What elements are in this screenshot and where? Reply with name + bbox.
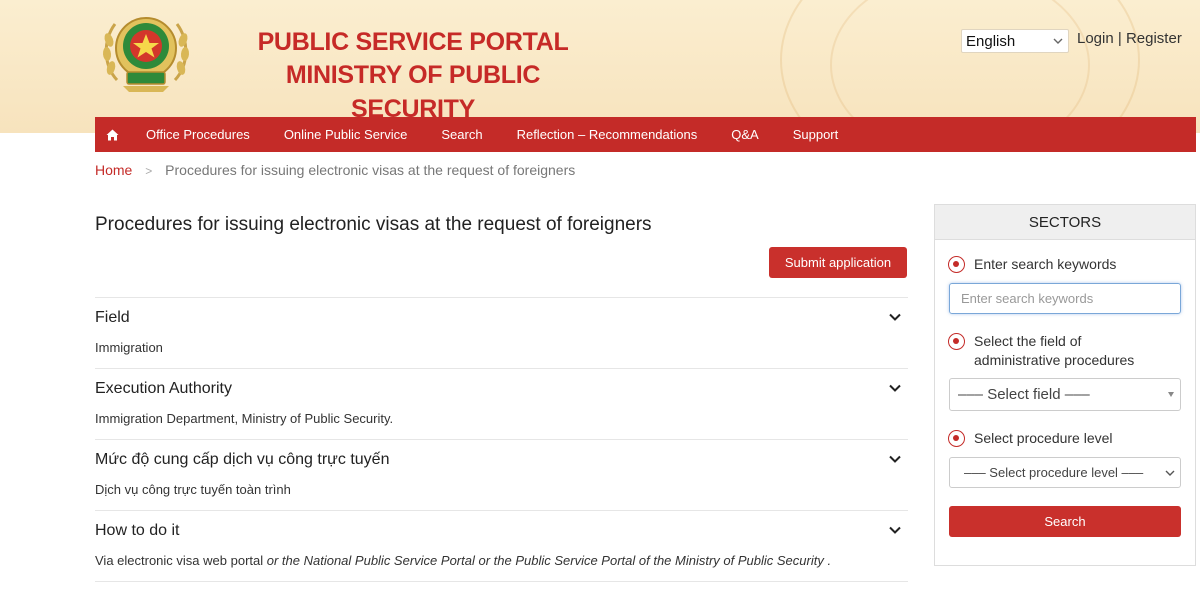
home-icon xyxy=(106,129,118,140)
breadcrumb: Home > Procedures for issuing electronic… xyxy=(95,162,575,178)
body-text: Via electronic visa web portal xyxy=(95,553,267,568)
auth-separator: | xyxy=(1117,30,1122,47)
section-service-level[interactable]: Mức độ cung cấp dịch vụ công trực tuyến … xyxy=(95,439,908,510)
section-heading: How to do it xyxy=(95,522,180,539)
nav-search[interactable]: Search xyxy=(424,117,499,152)
portal-title-line1: PUBLIC SERVICE PORTAL xyxy=(257,28,569,56)
chevron-down-icon xyxy=(1053,38,1063,44)
language-select[interactable]: English xyxy=(961,29,1069,53)
site-header: PUBLIC SERVICE PORTAL MINISTRY OF PUBLIC… xyxy=(0,0,1200,133)
breadcrumb-current: Procedures for issuing electronic visas … xyxy=(165,162,576,178)
portal-title: PUBLIC SERVICE PORTAL MINISTRY OF PUBLIC… xyxy=(223,26,603,126)
section-body: Via electronic visa web portal or the Na… xyxy=(95,553,831,568)
nav-home[interactable] xyxy=(95,117,129,152)
language-value: English xyxy=(966,33,1016,50)
body-link-ministry-portal[interactable]: the Public Service Portal of the Ministr… xyxy=(490,553,831,568)
portal-title-line2: MINISTRY OF PUBLIC SECURITY xyxy=(285,61,541,123)
header-decoration-inner xyxy=(830,0,1090,133)
section-field[interactable]: Field Immigration xyxy=(95,297,908,368)
keyword-option[interactable]: Enter search keywords xyxy=(948,255,1184,274)
level-option[interactable]: Select procedure level xyxy=(948,429,1184,448)
nav-online-public-service[interactable]: Online Public Service xyxy=(267,117,425,152)
ministry-emblem-logo[interactable] xyxy=(97,10,195,94)
level-select-value: ––– Select procedure level ––– xyxy=(964,465,1144,480)
breadcrumb-separator: > xyxy=(145,164,153,178)
procedure-level-select[interactable]: ––– Select procedure level ––– xyxy=(949,457,1181,488)
auth-links: Login | Register xyxy=(1077,30,1182,47)
section-heading: Field xyxy=(95,309,130,326)
chevron-down-icon[interactable] xyxy=(888,381,902,395)
sidebar-title: SECTORS xyxy=(935,205,1195,240)
field-select-value: ––– Select field ––– xyxy=(958,386,1090,403)
field-label: Select the field of administrative proce… xyxy=(974,332,1164,370)
submit-application-button[interactable]: Submit application xyxy=(769,247,907,278)
nav-qa[interactable]: Q&A xyxy=(714,117,775,152)
section-body: Immigration Department, Ministry of Publ… xyxy=(95,411,394,426)
section-heading: Execution Authority xyxy=(95,380,232,397)
body-text-or: or xyxy=(478,553,491,568)
field-label-text: Select the field of administrative proce… xyxy=(974,333,1135,368)
main-nav: Office Procedures Online Public Service … xyxy=(95,117,1196,152)
body-text-or: or xyxy=(266,553,279,568)
radio-selected[interactable] xyxy=(948,333,965,350)
login-link[interactable]: Login xyxy=(1077,30,1114,47)
nav-support[interactable]: Support xyxy=(776,117,856,152)
chevron-down-icon[interactable] xyxy=(888,523,902,537)
radio-selected[interactable] xyxy=(948,256,965,273)
section-body: Immigration xyxy=(95,340,163,355)
page-title: Procedures for issuing electronic visas … xyxy=(95,214,652,235)
body-link-national-portal[interactable]: the National Public Service Portal xyxy=(278,553,478,568)
sectors-sidebar: SECTORS Enter search keywords Enter sear… xyxy=(934,204,1196,566)
chevron-down-icon[interactable] xyxy=(888,310,902,324)
section-heading: Mức độ cung cấp dịch vụ công trực tuyến xyxy=(95,451,390,468)
nav-reflection-recommendations[interactable]: Reflection – Recommendations xyxy=(500,117,715,152)
keyword-input[interactable]: Enter search keywords xyxy=(949,283,1181,314)
caret-down-icon xyxy=(1168,392,1174,397)
register-link[interactable]: Register xyxy=(1126,30,1182,47)
breadcrumb-home[interactable]: Home xyxy=(95,162,132,178)
field-select[interactable]: ––– Select field ––– xyxy=(949,378,1181,411)
field-option[interactable]: Select the field of administrative proce… xyxy=(948,332,1184,370)
radio-selected[interactable] xyxy=(948,430,965,447)
section-body: Dịch vụ công trực tuyến toàn trình xyxy=(95,482,291,497)
section-execution-authority[interactable]: Execution Authority Immigration Departme… xyxy=(95,368,908,439)
divider xyxy=(95,581,908,582)
search-button[interactable]: Search xyxy=(949,506,1181,537)
keyword-label: Enter search keywords xyxy=(974,256,1117,272)
section-how-to-do-it[interactable]: How to do it Via electronic visa web por… xyxy=(95,510,908,581)
level-label: Select procedure level xyxy=(974,430,1113,446)
nav-office-procedures[interactable]: Office Procedures xyxy=(129,117,267,152)
chevron-down-icon[interactable] xyxy=(888,452,902,466)
chevron-down-icon xyxy=(1165,470,1175,476)
